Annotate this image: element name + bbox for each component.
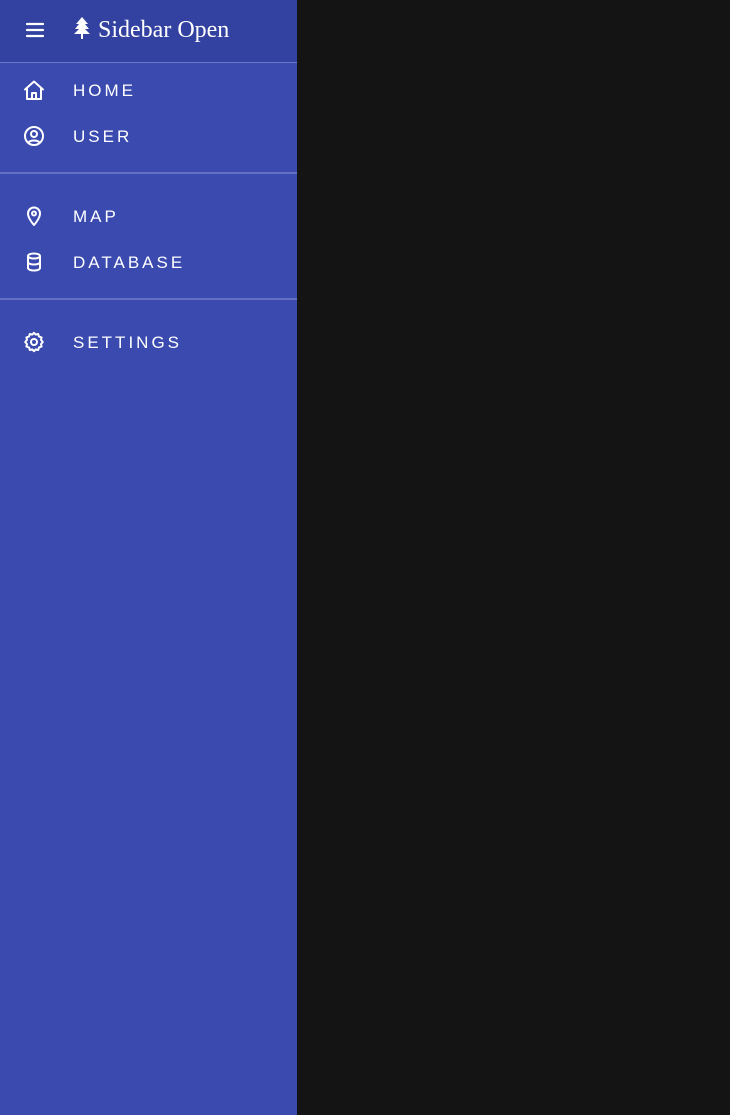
sidebar-item-map[interactable]: MAP: [0, 194, 297, 240]
hamburger-menu-icon: [25, 22, 45, 38]
main-content-area: [297, 0, 730, 1115]
sidebar-item-database[interactable]: DATABASE: [0, 240, 297, 286]
sidebar-item-home[interactable]: HOME: [0, 68, 297, 114]
sidebar-item-settings[interactable]: SETTINGS: [0, 320, 297, 366]
home-icon: [24, 80, 44, 100]
sidebar-item-label: SETTINGS: [73, 333, 183, 352]
sidebar-item-label: USER: [73, 127, 133, 146]
menu-toggle-button[interactable]: [23, 18, 47, 42]
app-page: Sidebar Open HOME USER MAP DATABASE SETT…: [0, 0, 730, 1115]
sidebar-item-label: MAP: [73, 207, 119, 226]
sidebar-title: Sidebar Open: [98, 17, 230, 43]
sidebar: Sidebar Open HOME USER MAP DATABASE SETT…: [0, 0, 297, 1115]
sidebar-divider: [0, 298, 297, 300]
sidebar-header: Sidebar Open: [0, 0, 297, 63]
database-icon: [27, 252, 41, 272]
tree-icon: [74, 17, 90, 39]
user-circle-icon: [24, 126, 44, 146]
sidebar-item-user[interactable]: USER: [0, 114, 297, 160]
brand: Sidebar Open: [72, 13, 229, 47]
gear-icon: [24, 331, 44, 353]
sidebar-item-label: HOME: [73, 81, 136, 100]
map-pin-icon: [27, 206, 41, 226]
sidebar-divider: [0, 172, 297, 174]
sidebar-item-label: DATABASE: [73, 253, 186, 272]
